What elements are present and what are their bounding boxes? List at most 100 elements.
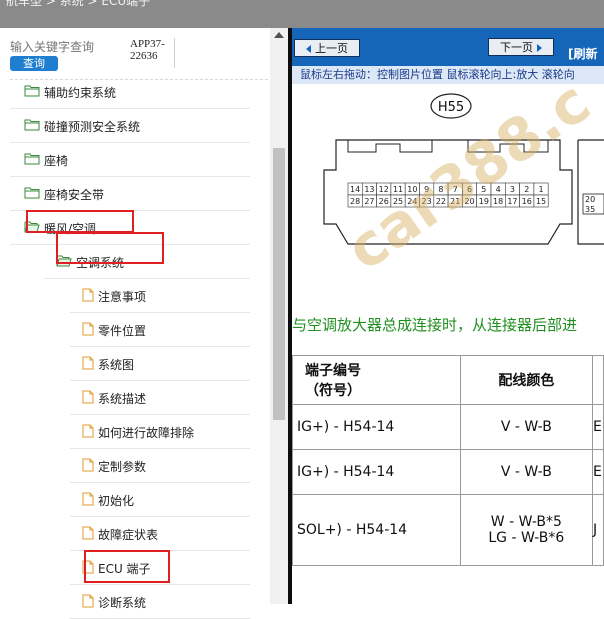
extra-cell: J xyxy=(592,494,604,566)
pin-label: 11 xyxy=(393,185,403,194)
document-icon xyxy=(82,356,94,373)
tree-item-label: 注意事项 xyxy=(98,289,147,304)
document-viewer: 上一页 下一页 [刷新 鼠标左右拖动：控制图片位置 鼠标滚轮向上:放大 滚轮向 … xyxy=(288,28,604,604)
document-icon xyxy=(82,492,94,509)
folder-icon xyxy=(24,84,40,100)
pin-label: 25 xyxy=(393,197,403,206)
tree-item[interactable]: 诊断系统 xyxy=(70,586,250,619)
table-row: IG+) - H54-14 V - W-B E xyxy=(292,404,604,450)
pin-label: 24 xyxy=(407,197,417,206)
table-row: IG+) - H54-14 V - W-B E xyxy=(292,449,604,495)
pin-label: 22 xyxy=(436,197,446,206)
tree-item-label: 诊断系统 xyxy=(98,595,147,610)
tree-item-label: 座椅安全带 xyxy=(44,187,105,202)
search-button[interactable]: 查询 xyxy=(10,56,58,71)
sidebar: 查询 APP37- 22636 辅助约束系统碰撞预测安全系统座椅座椅安全带暖风/… xyxy=(0,28,288,619)
tree-item[interactable]: 故障症状表 xyxy=(70,518,250,551)
pin-label: 2 xyxy=(524,185,529,194)
pin-label: 14 xyxy=(350,185,360,194)
pin-label: 21 xyxy=(450,197,460,206)
search-area: 查询 APP37- 22636 xyxy=(0,28,270,76)
wire-color-cell: W - W-B*5 LG - W-B*6 xyxy=(459,494,594,566)
terminal-cell: IG+) - H54-14 xyxy=(292,404,461,450)
pin-label: 23 xyxy=(422,197,432,206)
tree-item[interactable]: 空调系统 xyxy=(44,246,250,279)
folder-open-icon xyxy=(56,254,72,270)
pin-label: 17 xyxy=(507,197,517,206)
pin-label: 4 xyxy=(496,185,501,194)
prev-page-button[interactable]: 上一页 xyxy=(294,39,360,57)
folder-icon xyxy=(24,118,40,134)
tree-item[interactable]: ECU 端子 xyxy=(70,552,250,585)
next-page-button[interactable]: 下一页 xyxy=(488,38,554,56)
arrow-right-icon xyxy=(537,44,542,52)
app-code-line2: 22636 xyxy=(130,50,158,62)
tree-item-label: 如何进行故障排除 xyxy=(98,425,195,440)
second-connector-outline xyxy=(577,139,604,245)
terminal-cell: IG+) - H54-14 xyxy=(292,449,461,495)
app-code: APP37- 22636 xyxy=(130,38,175,68)
tree-item[interactable]: 定制参数 xyxy=(70,450,250,483)
pin-label: 20 xyxy=(585,195,595,204)
extra-cell: E xyxy=(592,449,604,495)
pin-grid: 14 13 12 11 10 9 8 7 6 5 4 3 2 128 27 26 25 24 23 22 21 20 19 1… xyxy=(347,182,549,208)
pin-label: 6 xyxy=(467,185,472,194)
connector-label: H55 xyxy=(438,100,464,115)
pin-label: 7 xyxy=(453,185,458,194)
tree-item[interactable]: 暖风/空调 xyxy=(10,212,250,245)
tree-item[interactable]: 座椅 xyxy=(10,144,250,177)
tree-item-label: 碰撞预测安全系统 xyxy=(44,119,141,134)
pin-label: 5 xyxy=(481,185,486,194)
connector-diagram: H55 14 13 12 11 10 9 8 7 6 5 4 3 2 128 27 26 25 24 23 22 21 2… xyxy=(323,93,604,245)
terminal-cell: SOL+) - H54-14 xyxy=(292,494,461,566)
tree-item[interactable]: 辅助约束系统 xyxy=(10,76,250,109)
tree-item[interactable]: 系统图 xyxy=(70,348,250,381)
pin-label: 13 xyxy=(364,185,374,194)
tree-item-label: 故障症状表 xyxy=(98,527,159,542)
tree-item-label: 初始化 xyxy=(98,493,135,508)
tree-item-label: 系统描述 xyxy=(98,391,147,406)
tree-item[interactable]: 零件位置 xyxy=(70,314,250,347)
search-input[interactable] xyxy=(10,40,120,54)
breadcrumb: 航车型 > 系统 > ECU端子 xyxy=(6,0,151,8)
pin-label: 10 xyxy=(407,185,417,194)
tree-item-label: 暖风/空调 xyxy=(44,221,97,236)
document-icon xyxy=(82,288,94,305)
document-icon xyxy=(82,390,94,407)
pin-label: 3 xyxy=(510,185,515,194)
folder-open-icon xyxy=(24,220,40,236)
document-icon xyxy=(82,458,94,475)
column-header-terminal: 端子编号 （符号） xyxy=(292,355,461,405)
tree-item-label: 零件位置 xyxy=(98,323,147,338)
scroll-up-arrow-icon[interactable] xyxy=(274,32,284,38)
tree-item-label: 定制参数 xyxy=(98,459,147,474)
pin-label: 8 xyxy=(438,185,443,194)
pin-label: 12 xyxy=(379,185,389,194)
pin-label: 28 xyxy=(350,197,360,206)
refresh-label[interactable]: [刷新 xyxy=(568,45,598,62)
document-icon xyxy=(82,594,94,611)
next-page-label: 下一页 xyxy=(500,41,533,54)
tree-item[interactable]: 注意事项 xyxy=(70,280,250,313)
pin-label: 20 xyxy=(464,197,474,206)
pin-label: 16 xyxy=(522,197,532,206)
tree-item[interactable]: 碰撞预测安全系统 xyxy=(10,110,250,143)
pin-label: 9 xyxy=(424,185,429,194)
hint-bar: 鼠标左右拖动：控制图片位置 鼠标滚轮向上:放大 滚轮向 xyxy=(292,66,604,84)
tree-item[interactable]: 座椅安全带 xyxy=(10,178,250,211)
pin-label: 15 xyxy=(536,197,546,206)
document-icon xyxy=(82,424,94,441)
tree-item[interactable]: 如何进行故障排除 xyxy=(70,416,250,449)
document-icon xyxy=(82,526,94,543)
pin-label: 26 xyxy=(379,197,389,206)
pin-label: 35 xyxy=(585,205,595,214)
app-code-line1: APP37- xyxy=(130,38,165,50)
tree-item[interactable]: 系统描述 xyxy=(70,382,250,415)
sidebar-scrollbar[interactable] xyxy=(270,28,288,604)
folder-icon xyxy=(24,186,40,202)
column-header-terminal-text: 端子编号 （符号） xyxy=(305,363,361,399)
top-bar: 航车型 > 系统 > ECU端子 xyxy=(0,0,604,28)
wire-color-text: W - W-B*5 LG - W-B*6 xyxy=(488,514,565,546)
scrollbar-thumb[interactable] xyxy=(273,148,285,420)
tree-item[interactable]: 初始化 xyxy=(70,484,250,517)
